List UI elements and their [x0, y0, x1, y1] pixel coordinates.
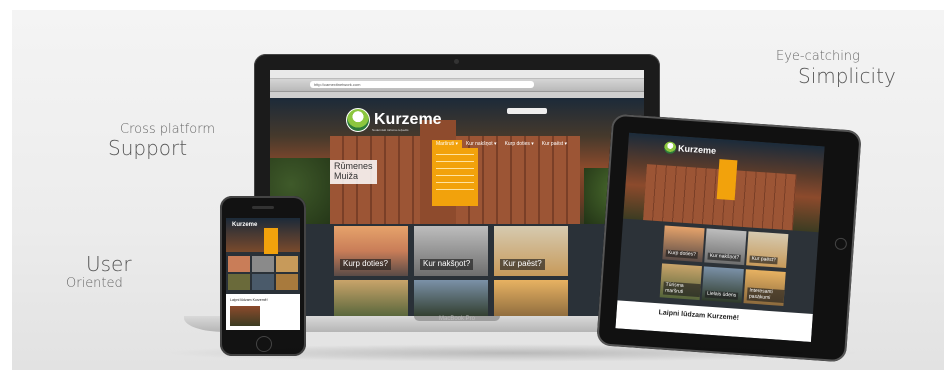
tablet-home-button — [834, 237, 848, 251]
tile-photo[interactable] — [494, 280, 568, 318]
address-bar[interactable]: http://camexitnetwork.com — [310, 81, 534, 88]
tagline-eye-catching: Eye-catching — [776, 49, 860, 64]
tile-where-to-go[interactable]: Kurp doties? — [334, 226, 408, 276]
phone-logo[interactable]: Kurzeme — [232, 222, 257, 228]
phone-home-button — [256, 336, 272, 352]
tile-label: Interesanti pasākumi — [746, 287, 785, 303]
logo-text: Kurzeme — [677, 143, 717, 156]
tagline-cross-platform: Cross platform — [120, 122, 216, 137]
phone-device: Kurzeme Laipni lūdzam Kurzemē! — [220, 196, 306, 356]
tile-events[interactable]: Interesanti pasākumi — [743, 269, 786, 306]
tagline-support: Support — [108, 136, 188, 160]
tile-routes[interactable]: Tūrisma maršruti — [659, 263, 702, 301]
tile-label: Kurp doties? — [665, 249, 699, 259]
browser-toolbar: http://camexitnetwork.com — [270, 79, 644, 92]
tile-label: Lielais ūdens — [704, 289, 739, 300]
laptop-device: http://camexitnetwork.com Kurzeme Nodern… — [184, 54, 730, 332]
tile-photo[interactable] — [228, 256, 250, 272]
nav-dropdown-menu[interactable] — [264, 228, 278, 254]
os-menu-bar — [270, 70, 644, 79]
tile-where-to-eat[interactable]: Kur paēst? — [494, 226, 568, 276]
tile-label: Kur paēst? — [749, 254, 778, 265]
tile-label: Kur nakšņot? — [420, 259, 474, 270]
feature-tiles: Kurp doties? Kur nakšņot? Kur paēst? — [334, 226, 572, 318]
nav-item-stay[interactable]: Kur nakšņot ▾ — [462, 140, 501, 148]
tile-where-to-stay[interactable]: Kur nakšņot? — [704, 228, 747, 266]
hero-caption-line2: Muiža — [334, 170, 359, 181]
nav-item-eat[interactable]: Kur paēst ▾ — [538, 140, 571, 148]
tile-photo[interactable] — [252, 256, 274, 272]
nav-dropdown-menu[interactable] — [716, 159, 738, 201]
logo-text: Kurzeme — [374, 111, 442, 128]
logo-subtitle: Noderniski tūrisma ceļvedis — [372, 128, 409, 132]
tile-photo[interactable] — [228, 274, 250, 290]
tablet-hero-image: Kurzeme — [623, 132, 825, 233]
logo-emblem-icon — [346, 108, 370, 132]
tile-label: Kur nakšņot? — [707, 252, 742, 262]
tile-label: Kur paēst? — [500, 259, 545, 270]
tablet-site-logo[interactable]: Kurzeme — [663, 141, 717, 157]
tagline-user: User — [86, 252, 132, 276]
tile-photo[interactable] — [414, 280, 488, 318]
tablet-device: Kurzeme Kurp doties? Kur nakšņot? Kur pa… — [596, 113, 862, 363]
welcome-heading: Laipni lūdzam Kurzemē! — [658, 309, 740, 322]
welcome-section: Laipni lūdzam Kurzemē! — [615, 300, 813, 342]
hero-image: Kurzeme Noderniski tūrisma ceļvedis Marš… — [270, 98, 644, 224]
tile-where-to-eat[interactable]: Kur paēst? — [746, 231, 789, 269]
nav-item-go[interactable]: Kurp doties ▾ — [501, 140, 538, 148]
phone-content-image — [230, 306, 260, 326]
nav-item-routes[interactable]: Maršruti ▾ — [432, 140, 462, 148]
tablet-screen: Kurzeme Kurp doties? Kur nakšņot? Kur pa… — [615, 132, 825, 342]
phone-welcome-text: Laipni lūdzam Kurzemē! — [230, 298, 268, 302]
nav-dropdown-menu[interactable] — [432, 148, 478, 206]
search-input[interactable] — [507, 108, 547, 114]
logo-emblem-icon — [663, 141, 677, 155]
phone-screen: Kurzeme Laipni lūdzam Kurzemē! — [226, 218, 300, 330]
hero-caption: Rūmenes Muiža — [330, 160, 377, 184]
tile-photo[interactable] — [252, 274, 274, 290]
phone-speaker — [252, 206, 274, 209]
site-logo[interactable]: Kurzeme Noderniski tūrisma ceļvedis — [346, 108, 442, 132]
tile-label: Tūrisma maršruti — [662, 281, 701, 298]
tile-where-to-stay[interactable]: Kur nakšņot? — [414, 226, 488, 276]
tagline-oriented: Oriented — [66, 276, 123, 291]
main-nav: Maršruti ▾ Kur nakšņot ▾ Kurp doties ▾ K… — [432, 140, 571, 148]
tile-where-to-go[interactable]: Kurp doties? — [662, 225, 705, 263]
tile-label: Kurp doties? — [340, 259, 391, 270]
tile-photo[interactable] — [276, 256, 298, 272]
showcase-stage: Eye-catching Simplicity Cross platform S… — [12, 10, 944, 370]
tile-water[interactable]: Lielais ūdens — [701, 266, 744, 304]
laptop-camera — [454, 59, 459, 64]
phone-content: Laipni lūdzam Kurzemē! — [226, 294, 300, 330]
laptop-screen: http://camexitnetwork.com Kurzeme Nodern… — [270, 70, 644, 318]
tagline-simplicity: Simplicity — [798, 64, 896, 88]
phone-header: Kurzeme — [226, 218, 300, 252]
website-view: Kurzeme Noderniski tūrisma ceļvedis Marš… — [270, 98, 644, 318]
tile-photo[interactable] — [276, 274, 298, 290]
tile-photo[interactable] — [334, 280, 408, 318]
